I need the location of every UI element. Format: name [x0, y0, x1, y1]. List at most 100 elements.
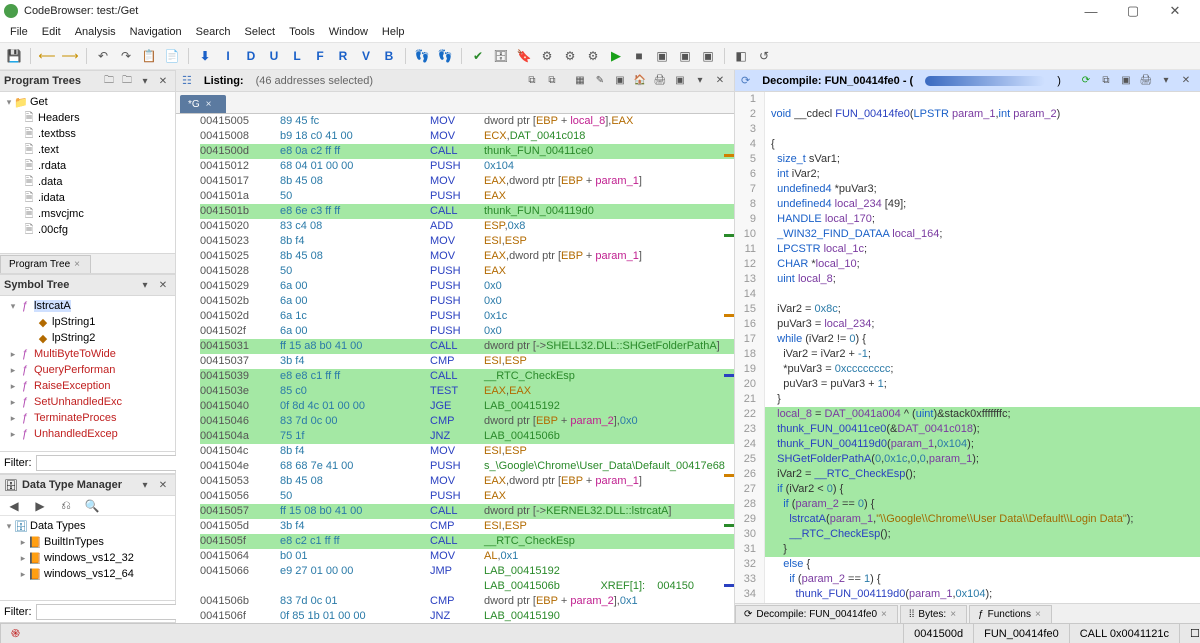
- decompile-line[interactable]: 23 thunk_FUN_00411ce0(&DAT_0041c018);: [735, 422, 1200, 437]
- g2-icon[interactable]: ⚙: [560, 46, 580, 66]
- listing-row[interactable]: 0041502b6a 00PUSH0x0: [200, 294, 734, 309]
- pt-close-button[interactable]: ✕: [155, 73, 171, 89]
- decompile-line[interactable]: 34 thunk_FUN_004119d0(param_1,0x104);: [735, 587, 1200, 602]
- decompile-line[interactable]: 5 size_t sVar1;: [735, 152, 1200, 167]
- listing-row[interactable]: 004150296a 00PUSH0x0: [200, 279, 734, 294]
- lh-menu-icon[interactable]: ▾: [692, 73, 708, 89]
- listing-row[interactable]: 0041500589 45 fcMOVdword ptr [EBP + loca…: [200, 114, 734, 129]
- g1-icon[interactable]: ⚙: [537, 46, 557, 66]
- dc-close-button[interactable]: ✕: [1178, 73, 1194, 89]
- save-button[interactable]: 💾: [4, 46, 24, 66]
- listing-row[interactable]: 0041501268 04 01 00 00PUSH0x104: [200, 159, 734, 174]
- fwd-button[interactable]: ⟶: [60, 46, 80, 66]
- dtm-t3-icon[interactable]: ⎌: [56, 496, 76, 516]
- nav-f-button[interactable]: F: [310, 46, 330, 66]
- menu-file[interactable]: File: [4, 24, 34, 40]
- dtm-filter-input[interactable]: [36, 604, 178, 620]
- close-icon[interactable]: ×: [950, 609, 956, 620]
- dtm-close-button[interactable]: ✕: [155, 477, 171, 493]
- menu-window[interactable]: Window: [323, 24, 374, 40]
- g3-icon[interactable]: ⚙: [583, 46, 603, 66]
- listing-row[interactable]: 004150258b 45 08MOVEAX,dword ptr [EBP + …: [200, 249, 734, 264]
- decompile-line[interactable]: 12 CHAR *local_10;: [735, 257, 1200, 272]
- symbol-tree-body[interactable]: ▾ƒlstrcatA◆lpString1◆lpString2▸ƒMultiByt…: [0, 296, 175, 451]
- decompile-line[interactable]: 9 HANDLE local_170;: [735, 212, 1200, 227]
- nav-l-button[interactable]: L: [287, 46, 307, 66]
- decompile-line[interactable]: 30 __RTC_CheckEsp();: [735, 527, 1200, 542]
- lh-b1-icon[interactable]: ▦: [572, 73, 588, 89]
- close-icon[interactable]: ×: [1035, 609, 1041, 620]
- decompile-line[interactable]: 4{: [735, 137, 1200, 152]
- symbol-item[interactable]: ▸ƒSetUnhandledExc: [2, 394, 173, 410]
- tool-a-icon[interactable]: ▣: [652, 46, 672, 66]
- listing-body[interactable]: 0041500589 45 fcMOVdword ptr [EBP + loca…: [176, 114, 734, 623]
- check-icon[interactable]: ✔: [468, 46, 488, 66]
- decompile-line[interactable]: 18 iVar2 = iVar2 + -1;: [735, 347, 1200, 362]
- listing-row[interactable]: 0041505fe8 c2 c1 ff ffCALL__RTC_CheckEsp: [200, 534, 734, 549]
- listing-row[interactable]: 004150238b f4MOVESI,ESP: [200, 234, 734, 249]
- close-button[interactable]: ✕: [1154, 0, 1196, 22]
- nav-d-button[interactable]: D: [241, 46, 261, 66]
- listing-row[interactable]: 004150178b 45 08MOVEAX,dword ptr [EBP + …: [200, 174, 734, 189]
- decompile-line[interactable]: 13 uint local_8;: [735, 272, 1200, 287]
- pt-btn-3[interactable]: ▾: [137, 73, 153, 89]
- tool-d-icon[interactable]: ◧: [731, 46, 751, 66]
- decompile-line[interactable]: 29 lstrcatA(param_1,"\\Google\\Chrome\\U…: [735, 512, 1200, 527]
- menu-help[interactable]: Help: [376, 24, 411, 40]
- menu-edit[interactable]: Edit: [36, 24, 67, 40]
- down-arrow-icon[interactable]: ⬇: [195, 46, 215, 66]
- dtm-item[interactable]: ▸📙windows_vs12_64: [2, 566, 173, 582]
- menu-analysis[interactable]: Analysis: [69, 24, 122, 40]
- listing-row[interactable]: 0041504e68 68 7e 41 00PUSHs_\Google\Chro…: [200, 459, 734, 474]
- listing-row[interactable]: 00415039e8 e8 c1 ff ffCALL__RTC_CheckEsp: [200, 369, 734, 384]
- minimize-button[interactable]: —: [1070, 0, 1112, 22]
- copy-icon[interactable]: 📋: [139, 46, 159, 66]
- decompile-line[interactable]: 19 *puVar3 = 0xcccccccc;: [735, 362, 1200, 377]
- back-button[interactable]: ⟵: [37, 46, 57, 66]
- lh-close-button[interactable]: ✕: [712, 73, 728, 89]
- dtm-t2-icon[interactable]: ▶: [30, 496, 50, 516]
- pt-btn-2[interactable]: 🗀: [119, 73, 135, 89]
- menu-select[interactable]: Select: [239, 24, 282, 40]
- dtm-t4-icon[interactable]: 🔍: [82, 496, 102, 516]
- decompile-line[interactable]: 20 puVar3 = puVar3 + 1;: [735, 377, 1200, 392]
- listing-tab[interactable]: *G×: [180, 95, 226, 113]
- dtm-root[interactable]: ▾🗄Data Types: [2, 518, 173, 534]
- dc-b1-icon[interactable]: ⟳: [1078, 73, 1094, 89]
- decompile-line[interactable]: 15 iVar2 = 0x8c;: [735, 302, 1200, 317]
- listing-row[interactable]: 0041502083 c4 08ADDESP,0x8: [200, 219, 734, 234]
- walk-icon[interactable]: 👣: [412, 46, 432, 66]
- dc-b4-icon[interactable]: 🖨: [1138, 73, 1154, 89]
- symbol-child[interactable]: ◆lpString2: [2, 330, 173, 346]
- listing-row[interactable]: 004150373b f4CMPESI,ESP: [200, 354, 734, 369]
- walk2-icon[interactable]: 👣: [435, 46, 455, 66]
- listing-row[interactable]: LAB_0041506bXREF[1]: 004150: [200, 579, 734, 594]
- listing-row[interactable]: 0041506f0f 85 1b 01 00 00JNZLAB_00415190: [200, 609, 734, 623]
- lh-b6-icon[interactable]: ▣: [672, 73, 688, 89]
- symbol-item[interactable]: ▸ƒRaiseException: [2, 378, 173, 394]
- bookmark-icon[interactable]: 🔖: [514, 46, 534, 66]
- decompile-body[interactable]: 12void __cdecl FUN_00414fe0(LPSTR param_…: [735, 92, 1200, 603]
- lh-b5-icon[interactable]: 🖨: [652, 73, 668, 89]
- menu-tools[interactable]: Tools: [283, 24, 321, 40]
- listing-row[interactable]: 0041501a50PUSHEAX: [200, 189, 734, 204]
- listing-row[interactable]: 0041504683 7d 0c 00CMPdword ptr [EBP + p…: [200, 414, 734, 429]
- nav-r-button[interactable]: R: [333, 46, 353, 66]
- decompile-line[interactable]: 7 undefined4 *puVar3;: [735, 182, 1200, 197]
- symbol-filter-input[interactable]: [36, 455, 178, 471]
- listing-row[interactable]: 00415066e9 27 01 00 00JMPLAB_00415192: [200, 564, 734, 579]
- decompile-line[interactable]: 28 if (param_2 == 0) {: [735, 497, 1200, 512]
- lh-b2-icon[interactable]: ✎: [592, 73, 608, 89]
- decompile-line[interactable]: 27 if (iVar2 < 0) {: [735, 482, 1200, 497]
- listing-row[interactable]: 0041500de8 0a c2 ff ffCALLthunk_FUN_0041…: [200, 144, 734, 159]
- lh-paste-icon[interactable]: ⧉: [544, 73, 560, 89]
- dc-b2-icon[interactable]: ⧉: [1098, 73, 1114, 89]
- decompile-line[interactable]: 10 _WIN32_FIND_DATAA local_164;: [735, 227, 1200, 242]
- lh-b4-icon[interactable]: 🏠: [632, 73, 648, 89]
- listing-row[interactable]: 00415057ff 15 08 b0 41 00CALLdword ptr […: [200, 504, 734, 519]
- decompile-line[interactable]: 31 }: [735, 542, 1200, 557]
- menu-navigation[interactable]: Navigation: [124, 24, 188, 40]
- symbol-item[interactable]: ▸ƒQueryPerforman: [2, 362, 173, 378]
- program-tree-body[interactable]: ▾📁Get🗎Headers🗎.textbss🗎.text🗎.rdata🗎.dat…: [0, 92, 175, 253]
- symbol-item[interactable]: ▸ƒTerminateProces: [2, 410, 173, 426]
